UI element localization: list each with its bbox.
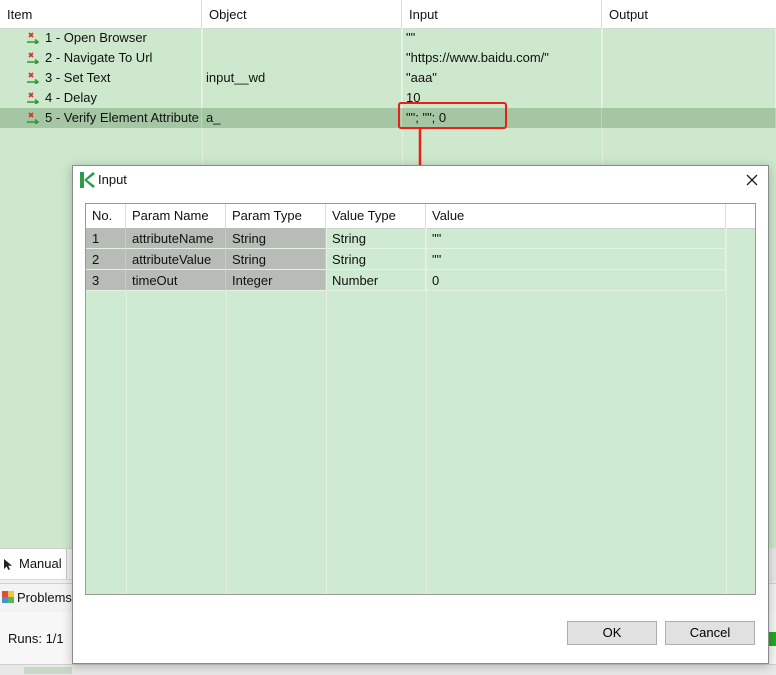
input-cell[interactable]: "aaa" xyxy=(402,68,602,88)
input-cell[interactable]: "https://www.baidu.com/" xyxy=(402,48,602,68)
tab-problems[interactable]: Problems xyxy=(17,584,72,612)
value-cell[interactable]: 0 xyxy=(426,270,726,291)
object-cell: a_ xyxy=(202,108,402,128)
output-cell[interactable] xyxy=(602,48,776,68)
output-cell[interactable] xyxy=(602,108,776,128)
keyword-step-icon xyxy=(27,52,40,64)
horizontal-scrollbar[interactable] xyxy=(24,667,72,674)
object-cell xyxy=(202,48,402,68)
table-row[interactable]: 3 timeOut Integer Number 0 xyxy=(86,270,755,291)
input-cell[interactable]: "" xyxy=(402,28,602,48)
dialog-title: Input xyxy=(98,172,127,187)
param-type-cell: Integer xyxy=(226,270,326,291)
ok-button[interactable]: OK xyxy=(567,621,657,645)
item-cell: 5 - Verify Element Attribute xyxy=(45,108,202,128)
no-cell: 2 xyxy=(86,249,126,270)
column-header-output[interactable]: Output xyxy=(602,0,776,28)
dialog-titlebar[interactable]: Input xyxy=(73,166,768,194)
cancel-button[interactable]: Cancel xyxy=(665,621,755,645)
param-name-cell: attributeName xyxy=(126,228,226,249)
input-dialog: Input No. Param Name Param Type Value Ty… xyxy=(72,165,769,664)
table-row[interactable]: 1 attributeName String String "" xyxy=(86,228,755,249)
highlight-box xyxy=(398,102,507,129)
value-type-cell[interactable]: Number xyxy=(326,270,426,291)
output-cell[interactable] xyxy=(602,28,776,48)
table-row[interactable]: 1 - Open Browser "" xyxy=(0,28,776,48)
table-header: Item Object Input Output xyxy=(0,0,776,29)
object-cell xyxy=(202,88,402,108)
keyword-step-icon xyxy=(27,72,40,84)
value-cell[interactable]: "" xyxy=(426,228,726,249)
katalon-logo-icon xyxy=(80,172,95,188)
param-table: No. Param Name Param Type Value Type Val… xyxy=(85,203,756,595)
table-row[interactable]: 2 attributeValue String String "" xyxy=(86,249,755,270)
table-row[interactable]: 2 - Navigate To Url "https://www.baidu.c… xyxy=(0,48,776,68)
table-row-selected[interactable]: 5 - Verify Element Attribute a_ ""; ""; … xyxy=(0,108,776,128)
param-table-header: No. Param Name Param Type Value Type Val… xyxy=(86,204,755,229)
column-header-param-type[interactable]: Param Type xyxy=(226,204,326,228)
column-header-item[interactable]: Item xyxy=(0,0,202,28)
output-cell[interactable] xyxy=(602,68,776,88)
close-icon[interactable] xyxy=(744,172,760,188)
object-cell: input__wd xyxy=(202,68,402,88)
problems-icon xyxy=(2,591,14,603)
tab-manual-label: Manual xyxy=(19,556,62,571)
table-row[interactable]: 3 - Set Text input__wd "aaa" xyxy=(0,68,776,88)
value-cell[interactable]: "" xyxy=(426,249,726,270)
param-name-cell: timeOut xyxy=(126,270,226,291)
value-type-cell[interactable]: String xyxy=(326,249,426,270)
column-header-no[interactable]: No. xyxy=(86,204,126,228)
table-row[interactable]: 4 - Delay 10 xyxy=(0,88,776,108)
item-cell: 4 - Delay xyxy=(45,88,202,108)
item-cell: 1 - Open Browser xyxy=(45,28,202,48)
param-name-cell: attributeValue xyxy=(126,249,226,270)
scrollbar[interactable] xyxy=(768,548,776,582)
column-header-object[interactable]: Object xyxy=(202,0,402,28)
no-cell: 1 xyxy=(86,228,126,249)
value-type-cell[interactable]: String xyxy=(326,228,426,249)
no-cell: 3 xyxy=(86,270,126,291)
cursor-icon xyxy=(4,559,12,570)
param-type-cell: String xyxy=(226,249,326,270)
column-header-input[interactable]: Input xyxy=(402,0,602,28)
keyword-step-icon xyxy=(27,112,40,124)
tab-manual[interactable]: Manual xyxy=(0,549,67,579)
column-header-value-type[interactable]: Value Type xyxy=(326,204,426,228)
column-header-filler xyxy=(726,204,755,228)
item-cell: 3 - Set Text xyxy=(45,68,202,88)
keyword-step-icon xyxy=(27,92,40,104)
column-header-value[interactable]: Value xyxy=(426,204,726,228)
param-type-cell: String xyxy=(226,228,326,249)
runs-label: Runs: 1/1 xyxy=(8,631,64,646)
status-strip xyxy=(0,664,776,675)
column-header-param-name[interactable]: Param Name xyxy=(126,204,226,228)
output-cell[interactable] xyxy=(602,88,776,108)
item-cell: 2 - Navigate To Url xyxy=(45,48,202,68)
object-cell xyxy=(202,28,402,48)
keyword-step-icon xyxy=(27,32,40,44)
